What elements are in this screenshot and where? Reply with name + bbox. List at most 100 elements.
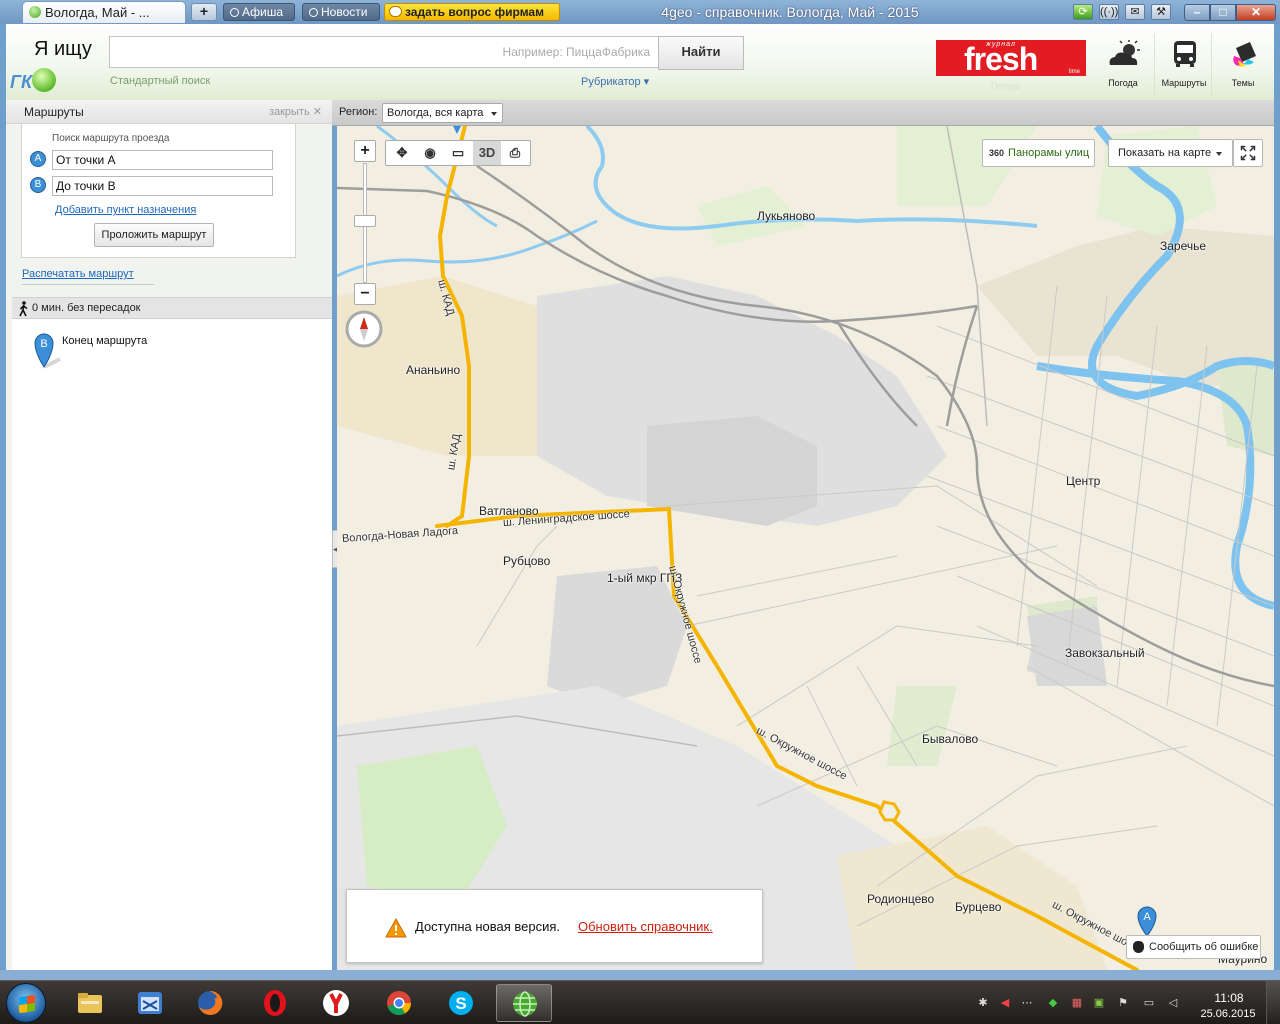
window-bottom-frame (0, 970, 1280, 980)
clock-time[interactable]: 11:08 (1205, 991, 1253, 1005)
tab-news[interactable]: Новости (302, 3, 380, 21)
update-directory-link[interactable]: Обновить справочник. (578, 919, 713, 934)
region-select[interactable]: Вологда, вся карта (382, 103, 503, 123)
uk-flag-icon[interactable]: ▦ (1070, 996, 1084, 1010)
zoom-out-button[interactable]: − (354, 283, 376, 305)
taskbar-app-yandex[interactable] (308, 984, 364, 1022)
globe-icon (513, 991, 537, 1017)
tray-network-icon[interactable]: ⋯ (1020, 996, 1034, 1010)
printer-icon[interactable]: ⎙ (501, 141, 529, 165)
print-route-link[interactable]: Распечатать маршрут (22, 268, 154, 285)
fullscreen-icon[interactable] (1233, 139, 1263, 167)
tray-flag-icon[interactable]: ⚑ (1116, 996, 1130, 1010)
new-tab-button[interactable]: + (191, 3, 217, 21)
logo-mark: ГК (10, 72, 33, 92)
point-a-input[interactable] (52, 150, 273, 170)
paint-bucket-icon (1233, 42, 1256, 67)
mail-icon[interactable]: ✉ (1125, 4, 1145, 20)
report-error-button[interactable]: Сообщить об ошибке (1126, 935, 1261, 959)
window-title: 4geo - справочник. Вологда, Май - 2015 (661, 4, 919, 20)
weather-icon (1109, 40, 1140, 65)
end-pin-letter: B (40, 338, 47, 350)
warning-icon (385, 918, 407, 938)
tray-monitor-icon[interactable]: ▣ (1092, 996, 1106, 1010)
add-destination-link[interactable]: Добавить пункт назначения (55, 204, 196, 216)
map-canvas[interactable]: A (337, 126, 1274, 970)
place-label-zavokzalny: Завокзальный (1065, 646, 1145, 660)
ruler-icon[interactable]: ▭ (444, 141, 472, 165)
routes-label: Маршруты (1161, 78, 1207, 88)
taskbar-app-explorer[interactable] (62, 984, 118, 1022)
windows-logo-icon (19, 994, 35, 1014)
map-viewport[interactable]: A Лукьяново Заречье Ананьино Центр Ватла… (337, 126, 1274, 970)
ask-companies-button[interactable]: задать вопрос фирмам (384, 3, 560, 21)
place-label-byvalovo: Бывалово (922, 732, 979, 746)
place-label-ananino: Ананьино (406, 363, 461, 377)
tray-volume-icon[interactable]: ◁ (1166, 996, 1180, 1010)
circle-icon (309, 8, 318, 17)
taskbar-app-4geo[interactable] (496, 984, 552, 1022)
tray-settings-icon[interactable]: ✱ (976, 996, 990, 1010)
chevron-down-icon (491, 112, 497, 116)
weather-button[interactable]: Погода (1094, 34, 1152, 96)
tab-afisha[interactable]: Афиша (223, 3, 295, 21)
locate-icon[interactable]: ◉ (416, 141, 444, 165)
window-title-bar: Вологда, Май - ... + Афиша Новости задат… (0, 0, 1280, 24)
route-search-form: Поиск маршрута проезда A B Добавить пунк… (21, 124, 296, 258)
start-button[interactable] (6, 983, 46, 1023)
wrench-icon[interactable]: ⚒ (1151, 4, 1171, 20)
tray-app-icon[interactable]: ◆ (1046, 996, 1060, 1010)
build-route-button[interactable]: Проложить маршрут (94, 223, 214, 247)
browser-tab-vologda[interactable]: Вологда, Май - ... (22, 1, 186, 23)
move-icon[interactable]: ✥ (388, 141, 416, 165)
routes-panel-title: Маршруты (24, 105, 84, 119)
start-marker-letter: A (1143, 911, 1151, 923)
taskbar-app-skype[interactable]: S (433, 984, 489, 1022)
chevron-down-icon (1216, 152, 1222, 156)
fresh-time-banner[interactable]: журнал fresh time (936, 40, 1086, 76)
tray-speaker-icon[interactable]: ◀ (998, 996, 1012, 1010)
street-panoramas-button[interactable]: 360 Панорамы улиц (982, 139, 1095, 167)
taskbar-app-window[interactable] (122, 984, 178, 1022)
themes-button[interactable]: Темы (1214, 34, 1272, 96)
close-button[interactable]: ✕ (1236, 4, 1276, 21)
route-steps-list: B Конец маршрута (12, 319, 332, 970)
route-summary-text: 0 мин. без пересадок (32, 302, 141, 314)
wireless-icon[interactable]: ((·)) (1099, 4, 1119, 20)
chrome-icon (387, 991, 411, 1015)
taskbar-app-chrome[interactable] (371, 984, 427, 1022)
show-desktop-button[interactable] (1266, 981, 1280, 1024)
3d-toggle-button[interactable]: 3D (473, 141, 501, 165)
report-error-label: Сообщить об ошибке (1149, 941, 1259, 953)
find-button[interactable]: Найти (658, 36, 744, 70)
minimize-button[interactable]: – (1184, 4, 1210, 21)
standard-search-link[interactable]: Стандартный поиск (110, 75, 210, 87)
routes-close-button[interactable]: закрыть ✕ (269, 105, 322, 118)
taskbar-app-opera[interactable] (247, 984, 303, 1022)
place-label-rodiontsevo: Родионцево (867, 892, 935, 906)
walking-person-icon (19, 301, 28, 317)
clock-date[interactable]: 25.06.2015 (1197, 1008, 1259, 1020)
point-b-input[interactable] (52, 176, 273, 196)
tab-title: Вологда, Май - ... (45, 5, 150, 20)
show-on-map-dropdown[interactable]: Показать на карте (1108, 139, 1233, 167)
bus-icon (1174, 41, 1196, 67)
refresh-icon[interactable]: ⟳ (1073, 4, 1093, 20)
maximize-button[interactable]: □ (1210, 4, 1236, 21)
routes-button[interactable]: Маршруты (1154, 34, 1212, 96)
globe-icon (29, 6, 41, 18)
search-input[interactable] (109, 36, 659, 68)
taskbar-app-firefox[interactable] (182, 984, 238, 1022)
tab-news-label: Новости (321, 5, 368, 19)
compass-icon[interactable] (344, 309, 384, 349)
bug-icon (1133, 941, 1144, 953)
yandex-icon (323, 990, 349, 1016)
routes-panel-header: Маршруты закрыть ✕ (6, 100, 332, 124)
tray-display-icon[interactable]: ▭ (1142, 996, 1156, 1010)
zoom-in-button[interactable]: + (354, 140, 376, 162)
rubricator-dropdown[interactable]: Рубрикатор ▾ (581, 75, 649, 88)
opera-icon (264, 990, 286, 1016)
logo[interactable]: ГК (10, 68, 58, 94)
place-label-tsentr: Центр (1066, 474, 1101, 488)
zoom-slider-handle[interactable] (354, 215, 376, 227)
